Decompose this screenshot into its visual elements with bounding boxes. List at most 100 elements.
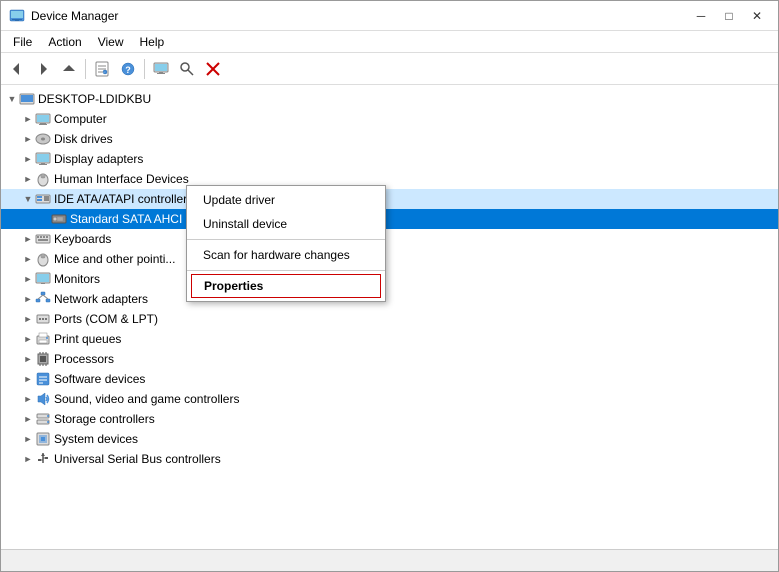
print-icon [35,331,51,347]
sata-icon [51,211,67,227]
display-expand-icon: ► [21,152,35,166]
system-label: System devices [54,432,138,446]
display-icon [35,151,51,167]
network-label: Network adapters [54,292,148,306]
storage-icon [35,411,51,427]
tree-disk-drives[interactable]: ► Disk drives [1,129,778,149]
window-icon [9,8,25,24]
software-icon [35,371,51,387]
tree-storage[interactable]: ► Storage controllers [1,409,778,429]
status-bar [1,549,778,571]
system-icon [35,431,51,447]
sata-expand-icon [37,212,51,226]
tree-mice[interactable]: ► Mice and other pointi... [1,249,778,269]
root-expand-icon: ▼ [5,92,19,106]
up-button[interactable] [57,57,81,81]
properties-small-button[interactable]: i [90,57,114,81]
help-button[interactable]: ? [116,57,140,81]
tree-ide[interactable]: ▼ IDE ATA/ATAPI controllers [1,189,778,209]
tree-root[interactable]: ▼ DESKTOP-LDIDKBU [1,89,778,109]
tree-display-adapters[interactable]: ► Display adapters [1,149,778,169]
mice-icon [35,251,51,267]
context-menu-update-driver[interactable]: Update driver [187,188,385,212]
hid-label: Human Interface Devices [54,172,189,186]
root-label: DESKTOP-LDIDKBU [38,92,151,106]
computer-icon [35,111,51,127]
sound-icon [35,391,51,407]
tree-system[interactable]: ► System devices [1,429,778,449]
mice-expand-icon: ► [21,252,35,266]
ports-icon [35,311,51,327]
print-expand-icon: ► [21,332,35,346]
menu-file[interactable]: File [5,33,40,51]
tree-computer[interactable]: ► Computer [1,109,778,129]
storage-label: Storage controllers [54,412,155,426]
title-bar: Device Manager ─ □ ✕ [1,1,778,31]
toolbar-separator-1 [85,59,86,79]
storage-expand-icon: ► [21,412,35,426]
context-menu: Update driver Uninstall device Scan for … [186,185,386,302]
window-title: Device Manager [31,9,118,23]
toolbar-separator-2 [144,59,145,79]
context-menu-properties[interactable]: Properties [191,274,381,298]
ports-label: Ports (COM & LPT) [54,312,158,326]
toolbar: i ? [1,53,778,85]
forward-button[interactable] [31,57,55,81]
context-menu-scan[interactable]: Scan for hardware changes [187,243,385,267]
device-tree[interactable]: ▼ DESKTOP-LDIDKBU ► [1,85,778,549]
device-manager-window: Device Manager ─ □ ✕ File Action View He… [0,0,779,572]
network-expand-icon: ► [21,292,35,306]
monitor-button[interactable] [149,57,173,81]
back-button[interactable] [5,57,29,81]
context-menu-sep-2 [187,270,385,271]
menu-help[interactable]: Help [132,33,173,51]
processors-label: Processors [54,352,114,366]
keyboards-label: Keyboards [54,232,111,246]
tree-software[interactable]: ► Software devices [1,369,778,389]
tree-processors[interactable]: ► Processors [1,349,778,369]
monitors-icon [35,271,51,287]
tree-ports[interactable]: ► Ports (COM & LPT) [1,309,778,329]
network-icon [35,291,51,307]
title-bar-left: Device Manager [9,8,118,24]
ide-expand-icon: ▼ [21,192,35,206]
print-label: Print queues [54,332,121,346]
menu-view[interactable]: View [90,33,132,51]
computer-expand-icon: ► [21,112,35,126]
system-expand-icon: ► [21,432,35,446]
menu-action[interactable]: Action [40,33,89,51]
tree-monitors[interactable]: ► Monitors [1,269,778,289]
search-button[interactable] [175,57,199,81]
tree-hid[interactable]: ► Human Interface Devices [1,169,778,189]
context-menu-sep-1 [187,239,385,240]
svg-text:?: ? [125,65,131,75]
minimize-button[interactable]: ─ [688,6,714,26]
disk-label: Disk drives [54,132,113,146]
tree-sata[interactable]: Standard SATA AHCI Controller [1,209,778,229]
processors-expand-icon: ► [21,352,35,366]
close-button[interactable]: ✕ [744,6,770,26]
computer-label: Computer [54,112,107,126]
processors-icon [35,351,51,367]
disk-icon [35,131,51,147]
content-area: ▼ DESKTOP-LDIDKBU ► [1,85,778,549]
context-menu-uninstall[interactable]: Uninstall device [187,212,385,236]
sound-expand-icon: ► [21,392,35,406]
disk-expand-icon: ► [21,132,35,146]
keyboards-expand-icon: ► [21,232,35,246]
monitors-expand-icon: ► [21,272,35,286]
tree-print[interactable]: ► Print queues [1,329,778,349]
remove-button[interactable] [201,57,225,81]
mice-label: Mice and other pointi... [54,252,175,266]
tree-keyboards[interactable]: ► Keyboards [1,229,778,249]
root-icon [19,91,35,107]
menu-bar: File Action View Help [1,31,778,53]
tree-usb[interactable]: ► Universal Serial Bus controllers [1,449,778,469]
window-controls: ─ □ ✕ [688,6,770,26]
maximize-button[interactable]: □ [716,6,742,26]
tree-network[interactable]: ► Network adapters [1,289,778,309]
tree-sound[interactable]: ► Sound, video and game controllers [1,389,778,409]
ide-icon [35,191,51,207]
keyboards-icon [35,231,51,247]
usb-label: Universal Serial Bus controllers [54,452,221,466]
